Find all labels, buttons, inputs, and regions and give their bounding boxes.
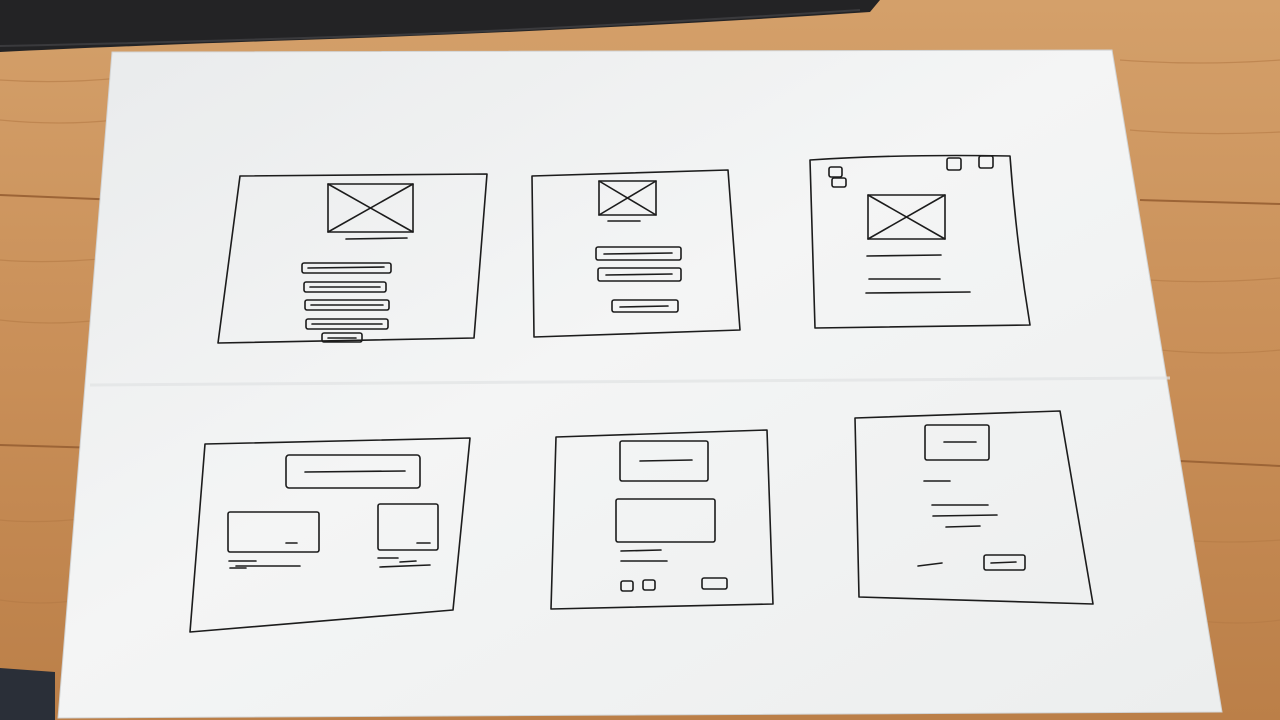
text-line xyxy=(945,525,981,528)
text-line xyxy=(865,291,971,294)
photo-scene xyxy=(0,0,1280,720)
paper-sheet xyxy=(57,49,1223,719)
text-line xyxy=(932,514,998,517)
text-line xyxy=(620,549,662,552)
text-line xyxy=(866,254,942,257)
caption-line xyxy=(345,237,408,240)
